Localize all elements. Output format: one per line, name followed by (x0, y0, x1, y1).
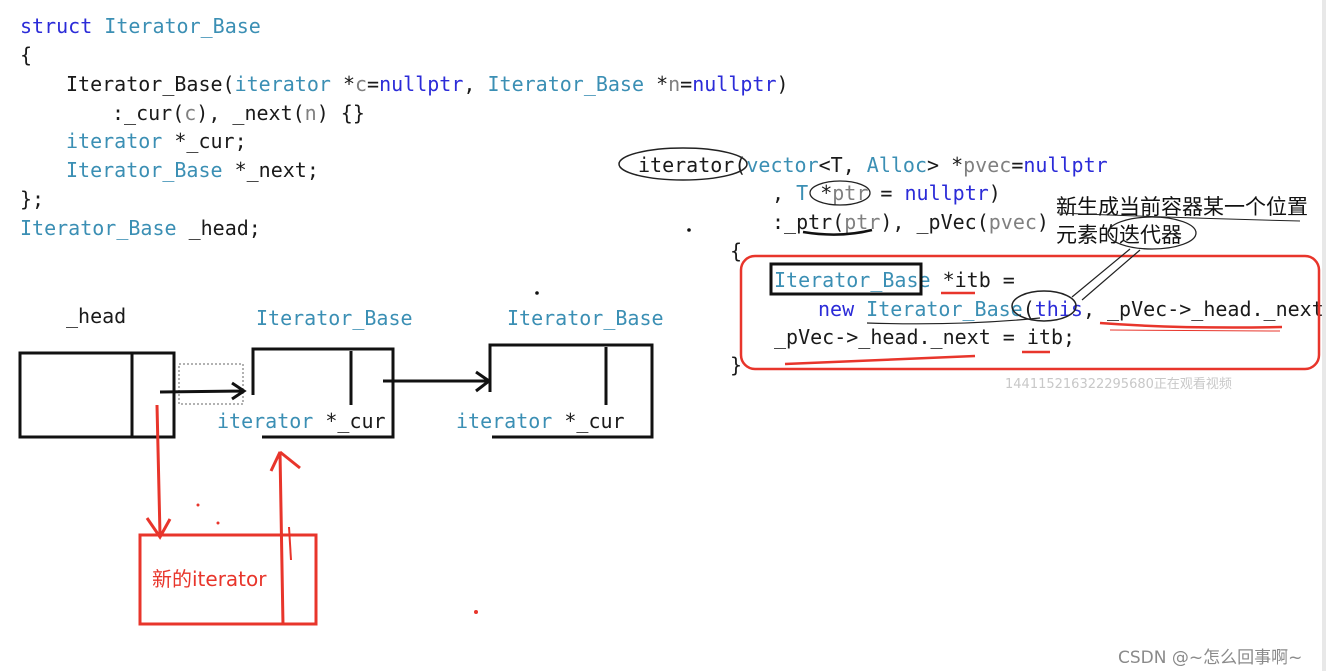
red-arrow-head-next (145, 404, 172, 540)
box-iterator-base (769, 262, 923, 296)
circle-this (1011, 290, 1077, 322)
drawing-overlay (18, 147, 1321, 626)
viewer-watermark: 144115216322295680正在观看视频 (1005, 377, 1232, 392)
underline-ptr (802, 228, 873, 236)
head-box (18, 351, 176, 439)
red-arrow-to-node1 (269, 450, 301, 626)
underline-link-head (784, 354, 976, 366)
csdn-footer: CSDN @~怎么回事啊~ (1118, 648, 1303, 668)
scrollbar[interactable] (1322, 0, 1326, 671)
circle-ptr (809, 180, 871, 206)
node2-box (488, 343, 654, 439)
red-stroke (288, 526, 292, 561)
underline-new (866, 317, 1041, 325)
circle-iterator-word (1107, 216, 1197, 250)
circle-iterator (618, 147, 748, 181)
arrow-node1-to-node2 (383, 370, 492, 393)
underline-pvec-head (1099, 321, 1283, 329)
node1-box (251, 347, 395, 439)
